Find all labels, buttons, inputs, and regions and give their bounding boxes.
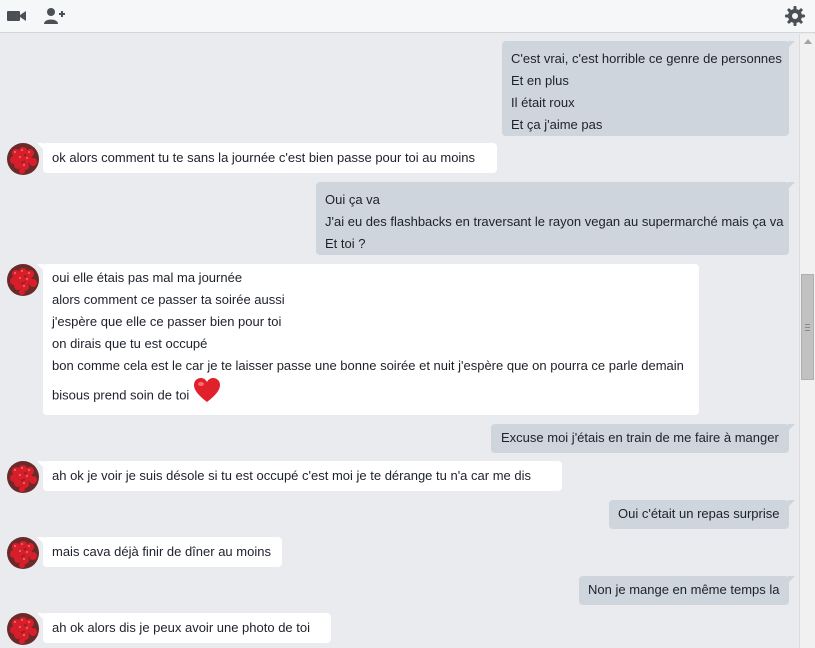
message-line: C'est vrai, c'est horrible ce genre de p… [511,51,782,66]
scrollbar-thumb[interactable] [801,274,814,380]
message-line: Et en plus [511,73,569,88]
message-line: Oui ça va [325,192,380,207]
incoming-message: oui elle étais pas mal ma journée alors … [37,264,699,415]
outgoing-message: Excuse moi j'étais en train de me faire … [491,424,795,453]
message-line: J'ai eu des flashbacks en traversant le … [325,214,784,229]
message-line: bisous prend soin de toi [52,387,190,403]
incoming-message: mais cava déjà finir de dîner au moins [37,537,282,567]
message-line: mais cava déjà finir de dîner au moins [52,544,271,559]
incoming-message: ah ok je voir je suis désole si tu est o… [37,461,562,491]
incoming-message: ok alors comment tu te sans la journée c… [37,143,497,173]
outgoing-message: Oui c'était un repas surprise [609,500,795,529]
message-line: Et ça j'aime pas [511,117,603,132]
chat-toolbar [0,0,815,33]
message-line: alors comment ce passer ta soirée aussi [52,292,285,307]
contact-avatar[interactable] [7,461,39,493]
incoming-message: ah ok alors dis je peux avoir une photo … [37,613,331,643]
message-line: Non je mange en même temps la [588,582,780,597]
scroll-up-arrow-icon[interactable] [800,34,815,48]
contact-avatar[interactable] [7,143,39,175]
message-line: Oui c'était un repas surprise [618,506,780,521]
message-line: bon comme cela est le car je te laisser … [52,358,684,373]
message-list: C'est vrai, c'est horrible ce genre de p… [0,34,799,648]
vertical-scrollbar[interactable] [799,34,815,648]
message-line: on dirais que tu est occupé [52,336,208,351]
message-line: Et toi ? [325,236,366,251]
add-person-icon[interactable] [43,5,67,27]
contact-avatar[interactable] [7,537,39,569]
contact-avatar[interactable] [7,613,39,645]
contact-avatar[interactable] [7,264,39,296]
message-line: Il était roux [511,95,575,110]
grip-icon [805,323,810,331]
message-line: Excuse moi j'étais en train de me faire … [501,430,779,445]
message-line: ah ok alors dis je peux avoir une photo … [52,620,311,635]
message-line: ok alors comment tu te sans la journée c… [52,150,476,165]
outgoing-message: Oui ça va J'ai eu des flashbacks en trav… [316,182,795,255]
outgoing-message: Non je mange en même temps la [579,576,795,605]
heart-emoji [193,377,221,415]
outgoing-message: C'est vrai, c'est horrible ce genre de p… [502,41,795,136]
message-line: j'espère que elle ce passer bien pour to… [52,314,282,329]
gear-icon[interactable] [783,5,807,27]
message-line: ah ok je voir je suis désole si tu est o… [52,468,531,483]
video-camera-icon[interactable] [5,5,29,27]
message-line: oui elle étais pas mal ma journée [52,270,243,285]
